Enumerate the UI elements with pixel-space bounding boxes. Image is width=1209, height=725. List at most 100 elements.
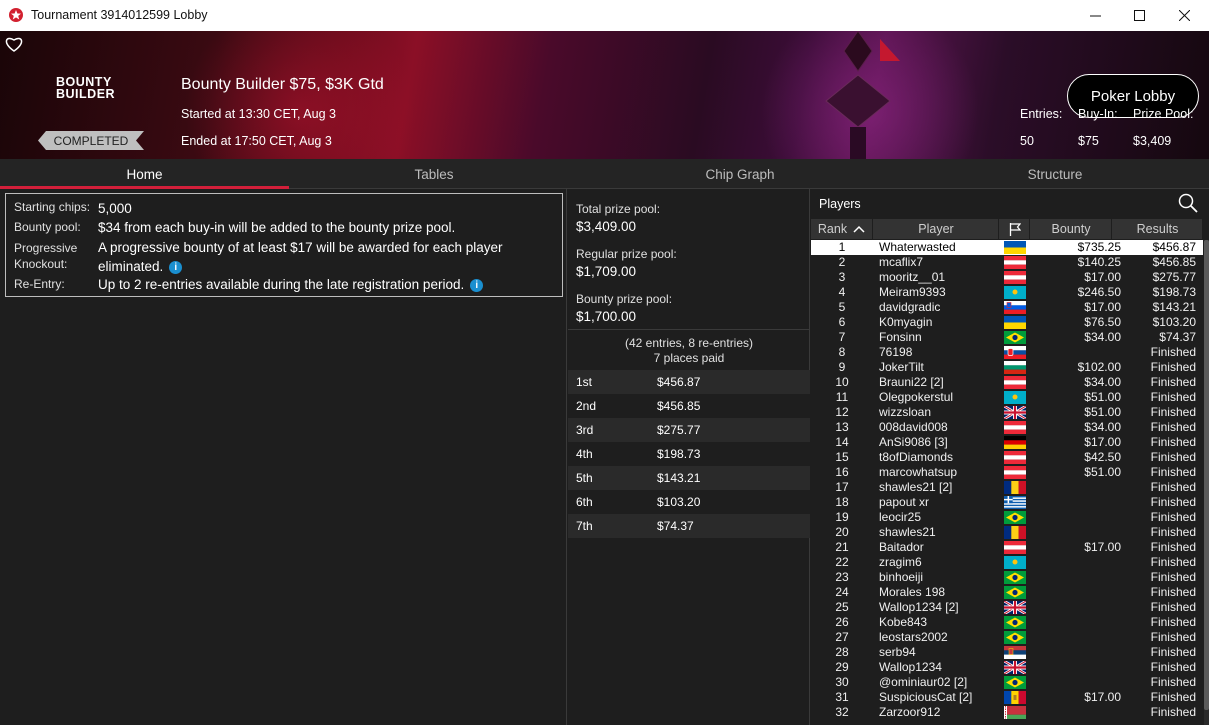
bounty-pool-label: Bounty pool: <box>14 220 81 234</box>
prize-pool-label: Prize Pool: <box>1133 107 1194 121</box>
result-cell: $275.77 <box>1152 270 1196 284</box>
entries-summary: (42 entries, 8 re-entries) 7 places paid <box>568 336 810 366</box>
table-row[interactable]: 11 Olegpokerstul $51.00 Finished <box>811 390 1203 405</box>
bounty-column-header[interactable]: Bounty <box>1031 219 1112 239</box>
result-cell: Finished <box>1150 585 1196 599</box>
bounty-cell: $17.00 <box>1084 690 1121 704</box>
rank-column-header[interactable]: Rank <box>811 219 873 239</box>
buyin-label: Buy-In: <box>1078 107 1118 121</box>
player-name-cell: binhoeiji <box>879 570 924 584</box>
regular-prize-value: $1,709.00 <box>576 264 637 279</box>
rank-cell: 28 <box>835 645 849 659</box>
rank-cell: 9 <box>838 360 846 374</box>
scrollbar-thumb[interactable] <box>1204 240 1209 710</box>
table-row[interactable]: 20 shawles21 Finished <box>811 525 1203 540</box>
player-column-header[interactable]: Player <box>874 219 999 239</box>
table-row[interactable]: 17 shawles21 [2] Finished <box>811 480 1203 495</box>
players-scrollbar[interactable] <box>1204 240 1209 725</box>
table-row[interactable]: 6 K0myagin $76.50 $103.20 <box>811 315 1203 330</box>
table-row[interactable]: 10 Brauni22 [2] $34.00 Finished <box>811 375 1203 390</box>
tab-bar: Home Tables Chip Graph Structure <box>0 159 1209 189</box>
rank-cell: 17 <box>835 480 849 494</box>
table-row[interactable]: 22 zragim6 Finished <box>811 555 1203 570</box>
rank-cell: 25 <box>835 600 849 614</box>
result-cell: $143.21 <box>1152 300 1196 314</box>
rank-cell: 11 <box>835 390 849 404</box>
rank-cell: 20 <box>835 525 849 539</box>
players-panel: Players Rank Player Bounty Results 1 What… <box>811 189 1209 725</box>
table-row[interactable]: 29 Wallop1234 Finished <box>811 659 1203 676</box>
player-name-cell: Kobe843 <box>879 615 928 629</box>
table-row[interactable]: 19 leocir25 Finished <box>811 510 1203 525</box>
bounty-cell: $17.00 <box>1084 300 1121 314</box>
moldova-flag-icon <box>1004 691 1026 704</box>
brazil-flag-icon <box>1004 616 1026 629</box>
payout-place: 1st <box>576 375 593 389</box>
payout-amount: $275.77 <box>657 423 701 437</box>
table-row[interactable]: 31 SuspiciousCat [2] $17.00 Finished <box>811 690 1203 705</box>
rank-cell: 6 <box>838 315 846 329</box>
flag-column-header[interactable] <box>1000 219 1030 239</box>
table-row[interactable]: 5 davidgradic $17.00 $143.21 <box>811 300 1203 315</box>
brazil-flag-icon <box>1004 331 1026 344</box>
player-name-cell: marcowhatsup <box>879 465 958 479</box>
table-row[interactable]: 15 t8ofDiamonds $42.50 Finished <box>811 450 1203 465</box>
table-row[interactable]: 32 Zarzoor912 Finished <box>811 705 1203 720</box>
table-row[interactable]: 1 Whaterwasted $735.25 $456.87 <box>811 240 1203 255</box>
austria-flag-icon <box>1004 271 1026 284</box>
table-row[interactable]: 8 76198 Finished <box>811 345 1203 360</box>
tab-chip-graph[interactable]: Chip Graph <box>579 159 901 189</box>
table-row[interactable]: 4 Meiram9393 $246.50 $198.73 <box>811 285 1203 300</box>
table-row[interactable]: 18 papout xr Finished <box>811 495 1203 514</box>
table-row[interactable]: 30 @ominiaur02 [2] Finished <box>811 675 1203 690</box>
result-cell: Finished <box>1150 570 1196 584</box>
result-cell: $456.87 <box>1152 240 1196 254</box>
regular-prize-label: Regular prize pool: <box>576 247 677 261</box>
table-row[interactable]: 21 Baitador $17.00 Finished <box>811 540 1203 555</box>
table-row[interactable]: 23 binhoeiji Finished <box>811 570 1203 585</box>
result-cell: Finished <box>1150 405 1196 419</box>
results-column-header[interactable]: Results <box>1113 219 1203 239</box>
table-row[interactable]: 12 wizzsloan $51.00 Finished <box>811 404 1203 421</box>
table-row[interactable]: 16 marcowhatsup $51.00 Finished <box>811 465 1203 480</box>
table-row[interactable]: 13 008david008 $34.00 Finished <box>811 420 1203 435</box>
favorite-heart-icon[interactable] <box>4 35 24 53</box>
reentry-info-icon[interactable]: i <box>470 278 484 292</box>
table-row[interactable]: 25 Wallop1234 [2] Finished <box>811 599 1203 616</box>
divider <box>568 329 810 330</box>
table-row[interactable]: 14 AnSi9086 [3] $17.00 Finished <box>811 435 1203 450</box>
pko-info-icon[interactable]: i <box>169 260 183 274</box>
player-name-cell: @ominiaur02 [2] <box>879 675 968 689</box>
tab-tables[interactable]: Tables <box>289 159 579 189</box>
table-row[interactable]: 27 leostars2002 Finished <box>811 630 1203 645</box>
close-button[interactable] <box>1162 0 1206 31</box>
tab-structure[interactable]: Structure <box>901 159 1209 189</box>
bounty-cell: $17.00 <box>1084 270 1121 284</box>
bounty-cell: $17.00 <box>1084 540 1121 554</box>
payout-place: 3rd <box>576 423 594 437</box>
table-row[interactable]: 7 Fonsinn $34.00 $74.37 <box>811 330 1203 345</box>
table-row[interactable]: 3 mooritz__01 $17.00 $275.77 <box>811 270 1203 285</box>
table-row[interactable]: 26 Kobe843 Finished <box>811 615 1203 630</box>
austria-flag-icon <box>1004 376 1026 389</box>
result-cell: $198.73 <box>1152 285 1196 299</box>
result-cell: Finished <box>1150 450 1196 464</box>
table-row[interactable]: 24 Morales 198 Finished <box>811 585 1203 600</box>
result-cell: Finished <box>1150 390 1196 404</box>
table-row[interactable]: 9 JokerTilt $102.00 Finished <box>811 360 1203 375</box>
total-prize-label: Total prize pool: <box>576 202 661 216</box>
maximize-button[interactable] <box>1117 0 1161 31</box>
minimize-button[interactable] <box>1073 0 1117 31</box>
table-row[interactable]: 2 mcaflix7 $140.25 $456.85 <box>811 255 1203 270</box>
payout-amount: $143.21 <box>657 471 701 485</box>
tab-home[interactable]: Home <box>0 159 289 189</box>
table-row[interactable]: 28 serb94 Finished <box>811 645 1203 660</box>
player-name-cell: Baitador <box>879 540 924 554</box>
result-cell: Finished <box>1150 615 1196 629</box>
rank-cell: 2 <box>838 255 846 269</box>
rank-cell: 13 <box>835 420 849 434</box>
search-icon[interactable] <box>1178 193 1198 213</box>
bounty-cell: $17.00 <box>1084 435 1121 449</box>
result-cell: Finished <box>1150 360 1196 374</box>
player-name-cell: Wallop1234 <box>879 660 942 674</box>
